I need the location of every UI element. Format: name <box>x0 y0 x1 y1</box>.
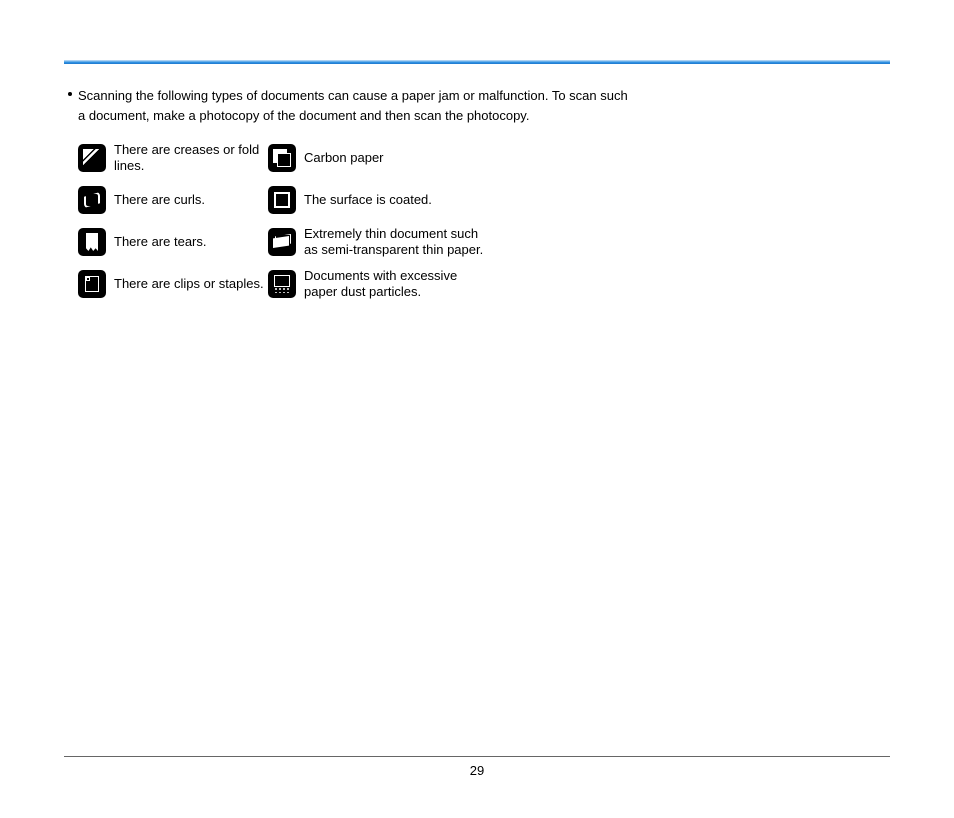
tear-icon <box>78 228 106 256</box>
item-label: There are clips or staples. <box>114 276 264 292</box>
list-item: There are tears. <box>78 221 268 263</box>
warning-grid: There are creases or fold lines. There a… <box>78 137 890 305</box>
header-rule <box>64 60 890 64</box>
item-label: There are curls. <box>114 192 205 208</box>
clip-icon <box>78 270 106 298</box>
item-label: Documents with excessive paper dust part… <box>304 268 488 301</box>
page-footer: 29 <box>64 756 890 778</box>
item-label: Extremely thin document such as semi-tra… <box>304 226 488 259</box>
list-item: Carbon paper <box>268 137 488 179</box>
document-page: Scanning the following types of document… <box>0 0 954 818</box>
dust-icon <box>268 270 296 298</box>
footer-rule <box>64 756 890 757</box>
list-item: Documents with excessive paper dust part… <box>268 263 488 305</box>
crease-icon <box>78 144 106 172</box>
curl-icon <box>78 186 106 214</box>
item-label: There are tears. <box>114 234 207 250</box>
list-item: There are creases or fold lines. <box>78 137 268 179</box>
left-column: There are creases or fold lines. There a… <box>78 137 268 305</box>
list-item: Extremely thin document such as semi-tra… <box>268 221 488 263</box>
bullet-icon <box>68 92 72 96</box>
thin-icon <box>268 228 296 256</box>
right-column: Carbon paper The surface is coated. Extr… <box>268 137 488 305</box>
list-item: There are curls. <box>78 179 268 221</box>
intro-bullet: Scanning the following types of document… <box>68 86 890 125</box>
intro-text: Scanning the following types of document… <box>78 86 638 125</box>
carbon-icon <box>268 144 296 172</box>
item-label: Carbon paper <box>304 150 384 166</box>
list-item: The surface is coated. <box>268 179 488 221</box>
coated-icon <box>268 186 296 214</box>
page-number: 29 <box>470 763 484 778</box>
content-area: Scanning the following types of document… <box>64 86 890 305</box>
item-label: There are creases or fold lines. <box>114 142 268 175</box>
list-item: There are clips or staples. <box>78 263 268 305</box>
item-label: The surface is coated. <box>304 192 432 208</box>
